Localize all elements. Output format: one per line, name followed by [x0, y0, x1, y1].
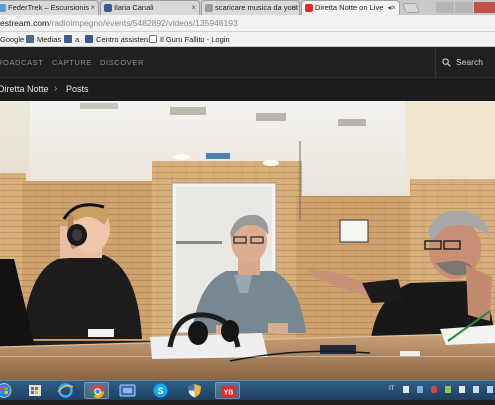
url-field[interactable]: estream.com/radioimpegno/events/5482892/…: [0, 17, 238, 29]
bookmark-label: Medias: [37, 35, 62, 44]
bookmark-centro-assistenza[interactable]: Centro assistenza: [85, 34, 156, 45]
tray-clock-icon[interactable]: [487, 386, 493, 393]
speaker-close-icon[interactable]: ◂×: [387, 1, 396, 14]
facebook-icon: [104, 4, 112, 12]
internet-explorer-icon[interactable]: [53, 382, 78, 399]
tab-title: FederTrek – Escursionis: [8, 3, 89, 12]
start-orb-icon[interactable]: [0, 382, 17, 399]
nav-discover[interactable]: DISCOVER: [100, 58, 144, 67]
tab-title: scaricare musica da yout: [215, 3, 298, 12]
address-bar[interactable]: estream.com/radioimpegno/events/5482892/…: [0, 15, 495, 32]
bookmark-il-guru-fallito[interactable]: Il Guru Fallito - Login: [149, 34, 230, 45]
breadcrumb-posts[interactable]: Posts: [66, 84, 89, 94]
close-icon[interactable]: ×: [291, 1, 296, 14]
svg-text:YB: YB: [224, 390, 234, 397]
window-close-button[interactable]: [474, 2, 495, 13]
bookmark-medias[interactable]: Medias: [26, 34, 61, 45]
video-seek-bar[interactable]: [0, 356, 495, 357]
search-icon[interactable]: [442, 58, 451, 67]
minimize-button[interactable]: [436, 2, 454, 13]
window-controls: [428, 0, 495, 15]
tab-title: Diretta Notte on Live: [315, 3, 384, 12]
facebook-icon: [85, 35, 93, 43]
youtube-icon: [305, 4, 313, 12]
language-indicator[interactable]: IT: [389, 385, 395, 392]
breadcrumb: Diretta Notte › Posts: [0, 78, 495, 101]
tray-network-icon[interactable]: [417, 386, 423, 393]
svg-text:S: S: [157, 386, 163, 396]
yb-app-icon[interactable]: YB: [215, 382, 240, 399]
chevron-right-icon: ›: [54, 83, 58, 94]
url-domain: estream.com: [0, 18, 50, 28]
bookmark-google[interactable]: Google: [0, 34, 24, 45]
video-frame: [0, 101, 495, 380]
page-icon: [149, 35, 157, 43]
tab-diretta-notte[interactable]: Diretta Notte on Live ◂×: [301, 0, 400, 15]
bookmark-label: Il Guru Fallito - Login: [160, 35, 230, 44]
tray-notify-icon[interactable]: [403, 386, 409, 393]
tab-title: Ilaria Canali: [114, 3, 154, 12]
new-tab-button[interactable]: [402, 3, 420, 13]
bookmark-label: a: [75, 35, 80, 44]
maximize-button[interactable]: [455, 2, 473, 13]
bookmark-label: Google: [0, 35, 25, 44]
bookmark-label: Centro assistenza: [96, 35, 157, 44]
close-icon[interactable]: ×: [90, 1, 95, 14]
video-player[interactable]: [0, 101, 495, 380]
page-icon: [205, 4, 213, 12]
search-divider: [435, 47, 436, 78]
nav-broadcast[interactable]: ROADCAST: [0, 58, 43, 67]
shield-app-icon[interactable]: [182, 382, 207, 399]
skype-icon[interactable]: S: [148, 382, 173, 399]
tab-ilaria-canali[interactable]: Ilaria Canali ×: [100, 0, 200, 15]
bookmarks-bar: Google Medias a Centro assistenza Il Gur…: [0, 32, 495, 47]
media-player-icon[interactable]: [115, 382, 140, 399]
tray-volume-icon[interactable]: [473, 386, 479, 393]
chrome-icon[interactable]: [84, 382, 109, 399]
tray-flag-icon[interactable]: [459, 386, 465, 393]
tab-federtrek[interactable]: FederTrek – Escursionis ×: [0, 0, 99, 15]
url-path: /radioimpegno/events/5482892/videos/1359…: [49, 18, 238, 28]
chrome-page-icon: [0, 4, 6, 12]
tray-antivirus-icon[interactable]: [431, 386, 437, 393]
bookmark-a[interactable]: a: [64, 34, 79, 45]
breadcrumb-channel[interactable]: Diretta Notte: [0, 84, 49, 94]
app-grid-icon[interactable]: [23, 382, 48, 399]
nav-capture[interactable]: CAPTURE: [52, 58, 92, 67]
site-nav: ROADCAST CAPTURE DISCOVER Search: [0, 47, 495, 78]
search-button[interactable]: Search: [456, 57, 483, 67]
browser-tab-strip: FederTrek – Escursionis × Ilaria Canali …: [0, 0, 495, 15]
tray-battery-icon[interactable]: [445, 386, 451, 393]
close-icon[interactable]: ×: [191, 1, 196, 14]
medias-icon: [26, 35, 34, 43]
windows-taskbar: S YB IT: [0, 380, 495, 400]
tab-scaricare-musica[interactable]: scaricare musica da yout ×: [201, 0, 300, 15]
facebook-icon: [64, 35, 72, 43]
